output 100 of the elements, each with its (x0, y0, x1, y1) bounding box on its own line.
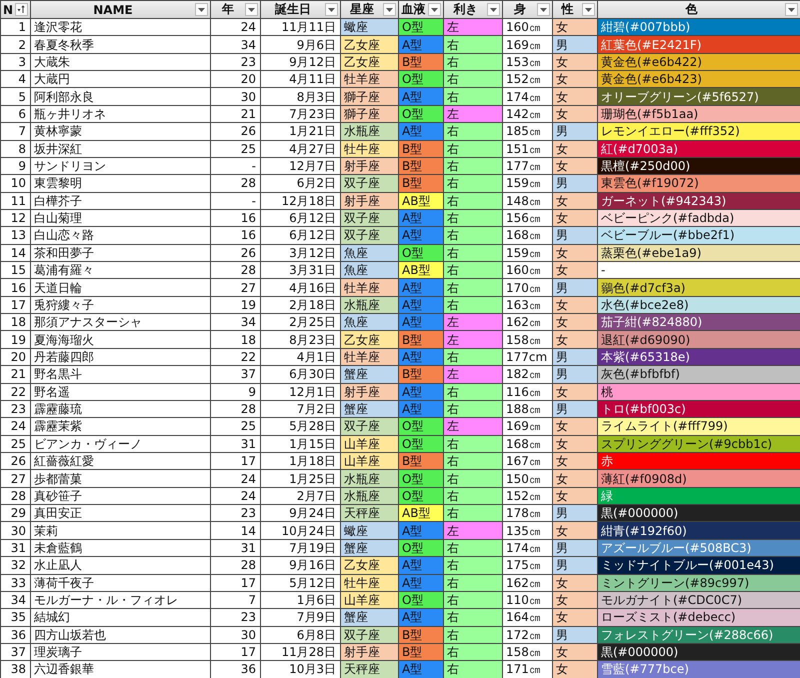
table-cell: 男 (553, 227, 598, 245)
table-cell: 未倉藍鶴 (31, 540, 211, 558)
table-cell: 19 (211, 296, 261, 314)
table-cell: A型 (399, 123, 444, 141)
table-cell: 25 (211, 140, 261, 158)
table-cell: 左 (444, 19, 503, 36)
filter-button[interactable] (383, 3, 396, 16)
table-cell: ベビーピンク(#fadbda) (598, 210, 800, 228)
table-cell: 6月12日 (261, 210, 341, 228)
table-cell: O型 (399, 436, 444, 453)
table-cell: B型 (399, 175, 444, 193)
table-cell: 152㎝ (503, 488, 553, 506)
table-cell: 11月11日 (261, 19, 341, 36)
table-cell: 本紫(#65318e) (598, 348, 800, 366)
filter-button[interactable] (325, 3, 338, 16)
table-cell: 射手座 (341, 384, 399, 401)
table-cell: 右 (444, 262, 503, 280)
table-cell: 男 (553, 36, 598, 54)
filter-button[interactable] (785, 3, 798, 16)
table-cell: - (211, 158, 261, 176)
table-cell: A型 (399, 661, 444, 678)
table-cell: 双子座 (341, 175, 399, 193)
table-cell: O型 (399, 106, 444, 124)
table-cell: 丹若藤四郎 (31, 348, 211, 366)
table-cell: 27 (1, 470, 31, 488)
table-cell: 黒(#000000) (598, 505, 800, 522)
table-cell: 右 (444, 123, 503, 141)
table-cell: 左 (444, 331, 503, 349)
column-title: 利き (452, 1, 478, 18)
table-cell: 獅子座 (341, 88, 399, 106)
table-cell: 山羊座 (341, 436, 399, 453)
table-cell: 9月24日 (261, 505, 341, 522)
table-cell: B型 (399, 644, 444, 662)
table-cell: 172㎝ (503, 626, 553, 644)
table-cell: A型 (399, 574, 444, 592)
table-cell: 158㎝ (503, 644, 553, 662)
table-cell: 左 (444, 106, 503, 124)
table-cell: 7月9日 (261, 609, 341, 627)
table-cell: フォレストグリーン(#288c66) (598, 626, 800, 644)
table-cell: 右 (444, 436, 503, 453)
table-cell: 理炭璃子 (31, 644, 211, 662)
dropdown-icon (386, 8, 393, 12)
table-cell: 乙女座 (341, 36, 399, 54)
table-cell: 六辺香銀華 (31, 661, 211, 678)
table-cell: 31 (211, 540, 261, 558)
dropdown-icon (328, 8, 335, 12)
table-cell: 女 (553, 384, 598, 401)
table-cell: スプリンググリーン(#9cbb1c) (598, 436, 800, 453)
table-cell: 女 (553, 262, 598, 280)
table-cell: 珊瑚色(#f5b1aa) (598, 106, 800, 124)
filter-button[interactable] (195, 3, 208, 16)
filter-button[interactable] (245, 3, 258, 16)
table-cell: 6 (1, 106, 31, 124)
table-cell: 23 (211, 54, 261, 72)
filter-button[interactable] (428, 3, 441, 16)
table-cell: 31 (211, 436, 261, 453)
table-cell: O型 (399, 540, 444, 558)
table-cell: 156㎝ (503, 210, 553, 228)
table-cell: 4 (1, 71, 31, 88)
table-cell: O型 (399, 244, 444, 262)
table-cell: 射手座 (341, 158, 399, 176)
table-cell: A型 (399, 210, 444, 228)
table-cell: 水瓶座 (341, 488, 399, 506)
table-cell: 右 (444, 452, 503, 470)
table-cell: 女 (553, 192, 598, 210)
table-cell: 24 (211, 19, 261, 36)
table-cell: 東雲色(#f19072) (598, 175, 800, 193)
table-cell: 雪藍(#777bce) (598, 661, 800, 678)
table-cell: O型 (399, 488, 444, 506)
table-cell: A型 (399, 609, 444, 627)
filter-button[interactable] (487, 3, 500, 16)
filter-button[interactable] (537, 3, 550, 16)
table-cell: 177cm (503, 348, 553, 366)
filter-button[interactable] (582, 3, 595, 16)
table-cell: 右 (444, 574, 503, 592)
table-cell: 右 (444, 140, 503, 158)
table-cell: 7月23日 (261, 106, 341, 124)
table-cell: 28 (211, 400, 261, 418)
table-cell: O型 (399, 470, 444, 488)
table-cell: A型 (399, 88, 444, 106)
sort-button[interactable] (15, 3, 28, 16)
table-cell: 152㎝ (503, 71, 553, 88)
table-cell: 16 (211, 210, 261, 228)
table-cell: 12月7日 (261, 158, 341, 176)
table-cell: 女 (553, 661, 598, 678)
table-cell: 160㎝ (503, 19, 553, 36)
table-cell: 右 (444, 158, 503, 176)
table-cell: レモンイエロー(#fff352) (598, 123, 800, 141)
table-cell: B型 (399, 366, 444, 384)
table-cell: 夏海海瑠火 (31, 331, 211, 349)
table-cell: 25 (211, 418, 261, 436)
table-cell: 紺青(#192f60) (598, 522, 800, 540)
table-cell: B型 (399, 452, 444, 470)
table-cell: 女 (553, 452, 598, 470)
table-cell: 26 (211, 123, 261, 141)
table-cell: 女 (553, 609, 598, 627)
table-cell: 13 (1, 227, 31, 245)
table-cell: 2月25日 (261, 314, 341, 332)
column-title: 身 (513, 1, 527, 18)
table-cell: 左 (444, 314, 503, 332)
